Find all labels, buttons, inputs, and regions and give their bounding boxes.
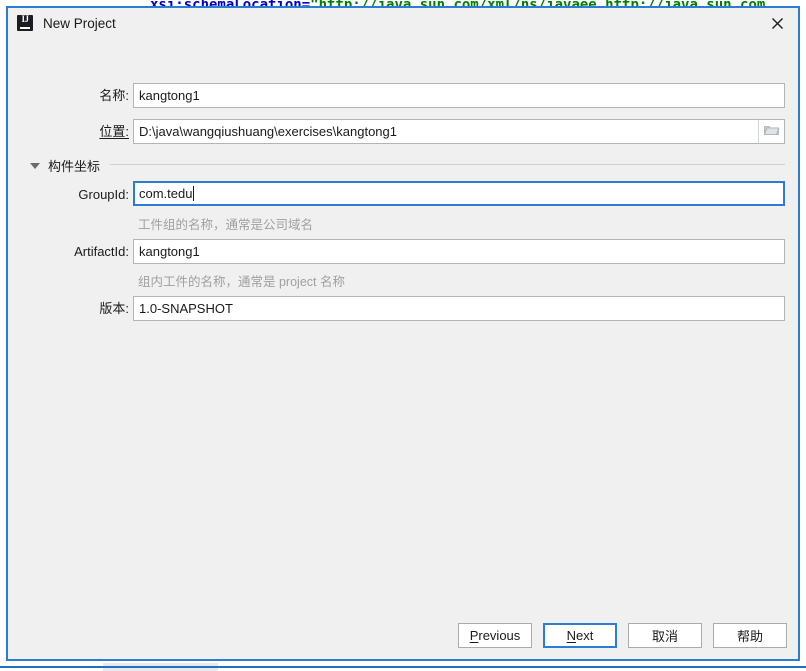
dialog-titlebar: New Project [8, 8, 798, 38]
name-input[interactable]: kangtong1 [133, 83, 785, 108]
artifact-id-input-value: kangtong1 [139, 244, 200, 259]
intellij-idea-logo-icon [17, 14, 33, 31]
chevron-down-icon [30, 162, 40, 169]
previous-button[interactable]: Previous [458, 623, 532, 648]
version-input[interactable]: 1.0-SNAPSHOT [133, 296, 785, 321]
coordinates-section-label: 构件坐标 [48, 159, 101, 174]
dialog-title: New Project [43, 15, 116, 31]
version-input-value: 1.0-SNAPSHOT [139, 301, 233, 316]
coordinates-section-toggle[interactable]: 构件坐标 [30, 156, 100, 175]
browse-folder-button[interactable] [758, 119, 785, 144]
artifact-id-label: ArtifactId: [74, 244, 129, 259]
new-project-dialog: New Project 名称: kangtong1 位置: D:\java\wa… [6, 6, 800, 661]
dialog-content: 名称: kangtong1 位置: D:\java\wangqiushuang\… [8, 38, 798, 659]
ide-bottom-divider [0, 666, 806, 668]
folder-icon [763, 123, 780, 141]
location-label: 位置: [99, 124, 129, 139]
cancel-button[interactable]: 取消 [628, 623, 702, 648]
artifact-id-hint: 组内工件的名称，通常是 project 名称 [138, 275, 345, 289]
group-id-label: GroupId: [78, 187, 129, 202]
close-icon[interactable] [756, 8, 798, 38]
version-label: 版本: [99, 301, 129, 316]
location-input[interactable]: D:\java\wangqiushuang\exercises\kangtong… [133, 119, 785, 144]
group-id-input[interactable]: com.tedu [133, 181, 785, 206]
next-button-label: Next [566, 628, 594, 643]
section-divider [110, 164, 785, 165]
help-button[interactable]: 帮助 [713, 623, 787, 648]
group-id-input-value: com.tedu [139, 186, 193, 201]
artifact-id-input[interactable]: kangtong1 [133, 239, 785, 264]
name-input-value: kangtong1 [139, 88, 200, 103]
location-input-value: D:\java\wangqiushuang\exercises\kangtong… [139, 124, 398, 139]
previous-button-label: Previous [469, 628, 521, 643]
next-button[interactable]: Next [543, 623, 617, 648]
group-id-hint: 工件组的名称，通常是公司域名 [138, 218, 314, 232]
dialog-button-bar: Previous Next 取消 帮助 [458, 623, 787, 648]
text-caret [193, 186, 195, 201]
name-label: 名称: [99, 88, 129, 103]
